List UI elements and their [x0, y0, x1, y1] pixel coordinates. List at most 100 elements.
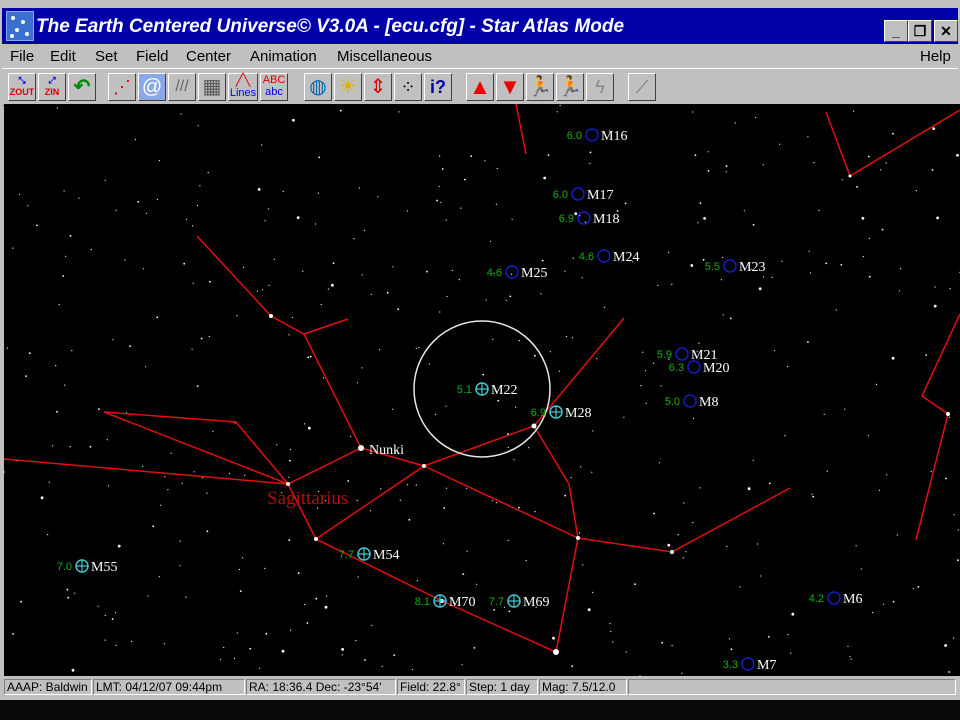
star [734, 122, 736, 124]
close-button[interactable]: ✕ [934, 20, 958, 42]
star-label-nunki: Nunki [369, 443, 404, 458]
object-m20[interactable]: 6.3 M20 [669, 360, 730, 376]
star [261, 144, 263, 146]
star [818, 209, 820, 212]
menu-animation[interactable]: Animation [250, 48, 317, 65]
star [589, 151, 592, 154]
sun-button[interactable]: ☀ [334, 73, 362, 101]
object-m23[interactable]: 5.5 M23 [705, 259, 766, 275]
menu-set[interactable]: Set [95, 48, 118, 65]
star [697, 222, 699, 224]
star [145, 212, 148, 214]
star [811, 493, 813, 495]
status-location: AAAP: Baldwin [4, 679, 92, 695]
star [236, 632, 238, 634]
object-m70[interactable]: 8.1 M70 [415, 594, 476, 610]
star [156, 198, 158, 201]
star [331, 283, 334, 287]
star [868, 275, 871, 278]
undo-icon: ↶ [73, 76, 91, 98]
object-m6[interactable]: 4.2 M6 [809, 591, 863, 607]
star [145, 366, 147, 368]
move-up-button[interactable]: ▲ [466, 73, 494, 101]
star [518, 340, 520, 342]
star-atlas-view[interactable]: Nunki Sagittarius 6.0 M16 6.0 M17 6.9 M18 4.6 M… [3, 103, 960, 677]
restore-button[interactable]: ❐ [908, 20, 932, 42]
object-m18[interactable]: 6.9 M18 [559, 211, 620, 227]
star [784, 435, 786, 437]
star [596, 358, 598, 360]
labels-button[interactable]: ABC abc [260, 73, 288, 101]
galaxy-button[interactable]: @ [138, 73, 166, 101]
menu-file[interactable]: File [10, 48, 34, 65]
star [572, 257, 574, 259]
star [932, 127, 936, 130]
star [67, 596, 70, 599]
stars-button[interactable]: ⁘ [394, 73, 422, 101]
zoom-in-icon: ⤢ [48, 75, 56, 85]
star [591, 471, 593, 473]
object-m7[interactable]: 3.3 M7 [723, 657, 777, 673]
menu-edit[interactable]: Edit [50, 48, 76, 65]
star [281, 649, 285, 653]
star [265, 632, 268, 635]
window-title: The Earth Centered Universe© V3.0A - [ec… [36, 16, 625, 37]
star [725, 171, 727, 173]
star [752, 223, 755, 226]
object-m17[interactable]: 6.0 M17 [553, 187, 614, 203]
star [860, 568, 862, 570]
object-m8[interactable]: 5.0 M8 [665, 394, 719, 410]
milky-way-button[interactable]: /// [168, 73, 196, 101]
menu-center[interactable]: Center [186, 48, 231, 65]
object-m69[interactable]: 7.7 M69 [489, 594, 550, 610]
star [582, 564, 584, 566]
zoom-in-button[interactable]: ⤢ ZIN [38, 73, 66, 101]
star [386, 291, 389, 294]
menu-field[interactable]: Field [136, 48, 169, 65]
star [511, 218, 513, 220]
object-m28[interactable]: 6.9 M28 [531, 405, 592, 421]
star [398, 111, 400, 113]
horizon-icon: ⇕ [369, 76, 387, 98]
step-back-button[interactable]: 🏃 [526, 73, 554, 101]
globe-button[interactable]: ◍ [304, 73, 332, 101]
object-m22[interactable]: 5.1 M22 [457, 382, 518, 398]
grid-button[interactable]: ▦ [198, 73, 226, 101]
object-m25[interactable]: 4.6 M25 [487, 265, 548, 281]
star [762, 164, 764, 166]
star [867, 155, 870, 158]
object-m24[interactable]: 4.6 M24 [579, 249, 640, 265]
object-m55[interactable]: 7.0 M55 [57, 559, 118, 575]
info-button[interactable]: i? [424, 73, 452, 101]
object-m16[interactable]: 6.0 M16 [567, 128, 628, 144]
star [131, 640, 133, 643]
app-logo-icon[interactable] [6, 11, 34, 41]
horizon-button[interactable]: ⇕ [364, 73, 392, 101]
star [12, 633, 14, 635]
star [156, 316, 159, 319]
star [855, 545, 857, 547]
object-m54[interactable]: 7.7 M54 [339, 547, 400, 563]
minimize-button[interactable]: _ [884, 20, 908, 42]
object-label: M54 [373, 548, 399, 563]
star [729, 317, 732, 320]
object-magnitude: 6.0 [553, 189, 568, 201]
move-down-button[interactable]: ▼ [496, 73, 524, 101]
menu-miscellaneous[interactable]: Miscellaneous [337, 48, 432, 65]
undo-button[interactable]: ↶ [68, 73, 96, 101]
constellation-lines-button[interactable]: ⋰ [108, 73, 136, 101]
telescope-button[interactable]: ⟋ [628, 73, 656, 101]
menu-help[interactable]: Help [920, 48, 951, 65]
step-forward-button[interactable]: 🏃 [556, 73, 584, 101]
lines-button[interactable]: ╱╲ Lines [228, 73, 258, 101]
globe-icon: ◍ [309, 76, 327, 98]
zoom-out-button[interactable]: ⤡ ZOUT [8, 73, 36, 101]
star [411, 668, 413, 671]
star [158, 160, 161, 162]
star [779, 143, 781, 145]
lightning-button[interactable]: ϟ [586, 73, 614, 101]
star [497, 399, 500, 402]
object-label: M6 [843, 592, 862, 607]
title-bar[interactable]: The Earth Centered Universe© V3.0A - [ec… [2, 8, 958, 44]
sky-chart[interactable]: Nunki Sagittarius 6.0 M16 6.0 M17 6.9 M18 4.6 M… [3, 103, 960, 677]
